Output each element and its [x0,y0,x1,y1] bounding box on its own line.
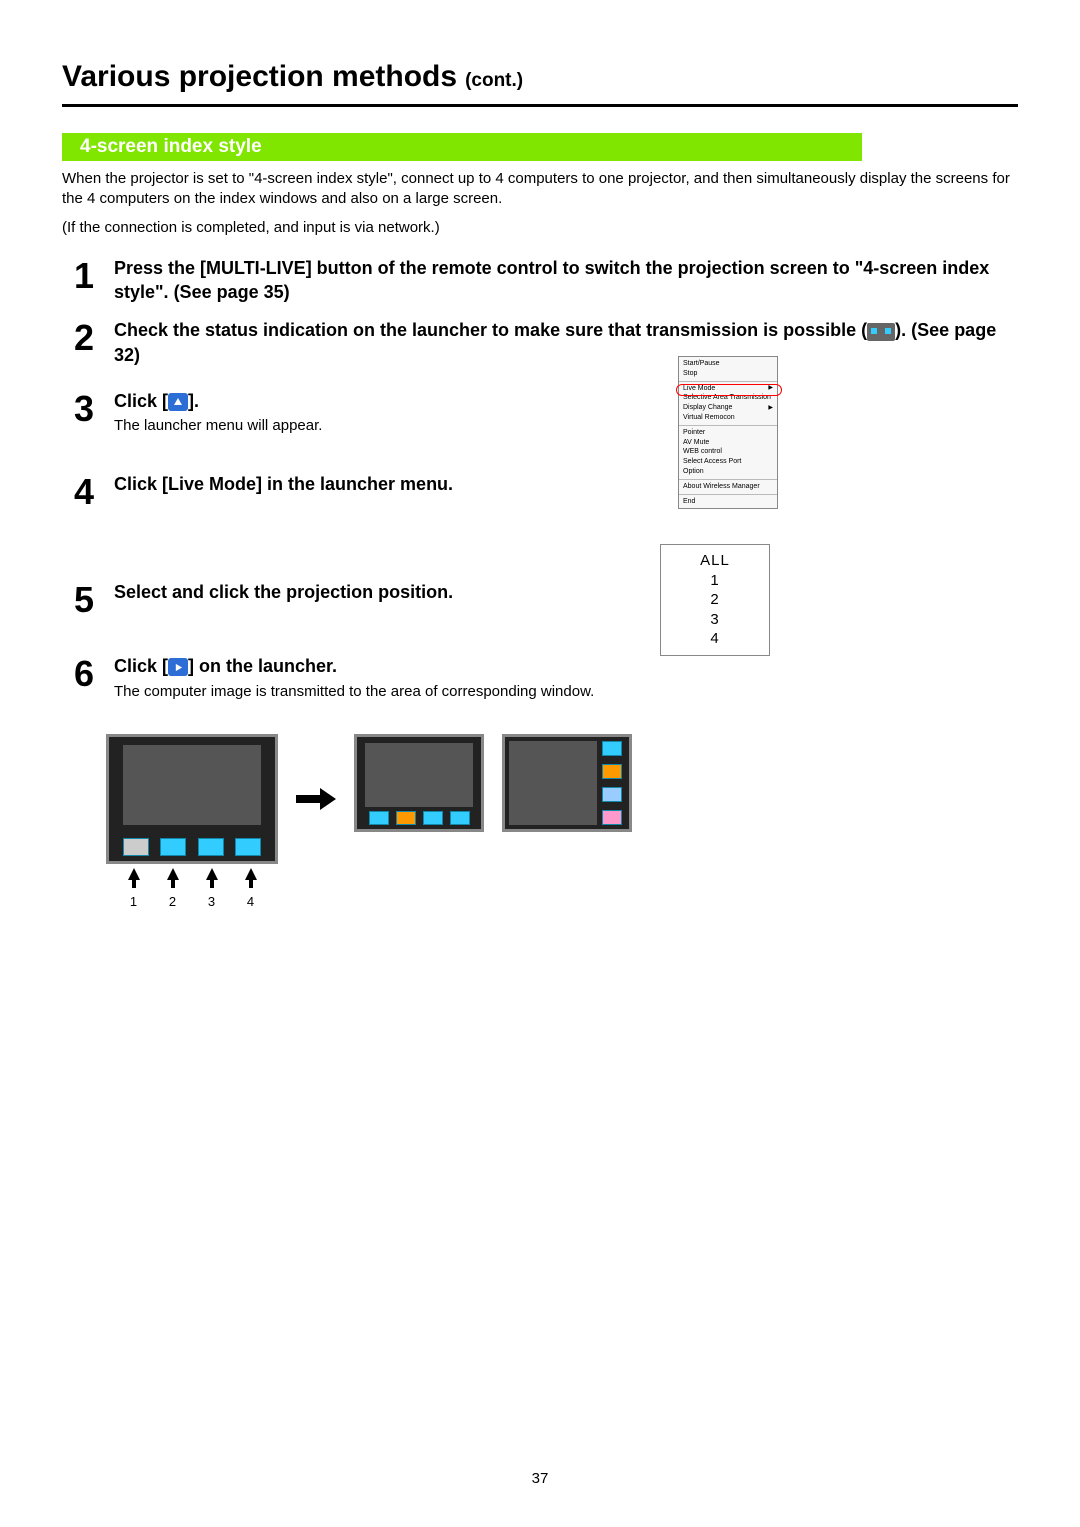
thumbnail-bar [357,809,481,827]
diagram-col-1: 1 2 3 4 [106,734,278,909]
step-number: 3 [62,391,106,427]
menu-item[interactable]: Display Change▶ [683,403,773,413]
step-number: 6 [62,656,106,692]
step-instruction: Press the [MULTI-LIVE] button of the rem… [114,256,1018,305]
thumbnail [396,811,416,825]
submenu-arrow-icon: ▶ [768,384,773,392]
screen-small [502,734,632,832]
menu-item[interactable]: Stop [683,369,773,379]
thumbnail [602,764,622,779]
menu-item[interactable]: End [683,497,773,507]
up-arrow-icon [165,866,181,888]
submenu-arrow-icon: ▶ [768,404,773,412]
screen-inner [509,741,597,825]
step-instruction: Click []. [114,389,1018,413]
text-fragment: Click [ [114,391,168,411]
thumbnail [602,741,622,756]
position-option[interactable]: 4 [661,629,769,649]
text-fragment: Check the status indication on the launc… [114,320,867,340]
menu-item[interactable]: Option [683,467,773,477]
menu-item[interactable]: About Wireless Manager [683,482,773,492]
step-number: 5 [62,582,106,618]
screen-inner [123,745,261,825]
position-option[interactable]: 2 [661,590,769,610]
page-title: Various projection methods [62,60,457,94]
step-2: 2 Check the status indication on the lau… [62,318,1018,367]
title-divider [62,104,1018,107]
thumbnail [423,811,443,825]
up-arrow-icon [204,866,220,888]
connection-status-icon [867,323,895,341]
arrow-row [106,866,278,888]
thumbnail [198,838,224,856]
thumbnail [235,838,261,856]
screen-medium [354,734,484,832]
thumbnail [450,811,470,825]
step-6: 6 Click [ ] on the launcher. The computer… [62,654,1018,699]
screen-large [106,734,278,864]
transition-arrow [296,734,336,864]
menu-item[interactable]: Start/Pause [683,359,773,369]
diagram-label: 4 [247,894,254,909]
page-title-cont: (cont.) [465,70,523,92]
section-heading: 4-screen index style [62,133,862,161]
text-fragment: ] on the launcher. [188,656,337,676]
step-instruction: Click [ ] on the launcher. [114,654,1018,678]
diagram-label: 2 [169,894,176,909]
up-arrow-icon [126,866,142,888]
thumbnail [369,811,389,825]
menu-item-live-mode[interactable]: Live Mode▶ [683,384,773,394]
launcher-menu: Start/Pause Stop Live Mode▶ Selective Ar… [678,356,778,509]
step-number: 1 [62,258,106,294]
step-1: 1 Press the [MULTI-LIVE] button of the r… [62,256,1018,305]
step-instruction: Check the status indication on the launc… [114,318,1018,367]
step-3: 3 Click []. The launcher menu will appea… [62,389,1018,434]
text-fragment: Click [ [114,656,168,676]
thumbnail [602,787,622,802]
up-triangle-icon [168,393,188,411]
thumbnail [160,838,186,856]
up-arrow-icon [243,866,259,888]
screen-inner [365,743,473,807]
menu-item[interactable]: Select Access Port [683,457,773,467]
step-4: 4 Click [Live Mode] in the launcher menu… [62,472,1018,510]
position-option[interactable]: 1 [661,571,769,591]
step-number: 2 [62,320,106,356]
step-subtext: The computer image is transmitted to the… [114,683,1018,700]
menu-item[interactable]: AV Mute [683,438,773,448]
step-subtext: The launcher menu will appear. [114,417,1018,434]
position-option[interactable]: 3 [661,610,769,630]
steps-list: 1 Press the [MULTI-LIVE] button of the r… [62,256,1018,700]
step-instruction: Click [Live Mode] in the launcher menu. [114,472,1018,496]
menu-item[interactable]: Pointer [683,428,773,438]
menu-item[interactable]: Virtual Remocon [683,413,773,423]
manual-page: Various projection methods (cont.) 4-scr… [0,0,1080,1527]
thumbnail [123,838,149,856]
diagram-label: 3 [208,894,215,909]
thumbnail-side [602,741,626,825]
projection-diagram: 1 2 3 4 [106,734,1018,909]
thumbnail [602,810,622,825]
position-option[interactable]: ALL [661,551,769,571]
page-number: 37 [0,1470,1080,1487]
step-5: 5 Select and click the projection positi… [62,580,1018,618]
page-title-row: Various projection methods (cont.) [62,60,1018,94]
intro-paragraph-2: (If the connection is completed, and inp… [62,218,1018,238]
thumbnail-bar [109,835,275,859]
text-fragment: ]. [188,391,199,411]
menu-item[interactable]: Selective Area Transmission [683,393,773,403]
label-row: 1 2 3 4 [106,894,278,909]
menu-item[interactable]: WEB control [683,447,773,457]
intro-paragraph-1: When the projector is set to "4-screen i… [62,169,1018,210]
step-number: 4 [62,474,106,510]
position-selector: ALL 1 2 3 4 [660,544,770,656]
step-instruction: Select and click the projection position… [114,580,1018,604]
play-icon [168,658,188,676]
diagram-label: 1 [130,894,137,909]
